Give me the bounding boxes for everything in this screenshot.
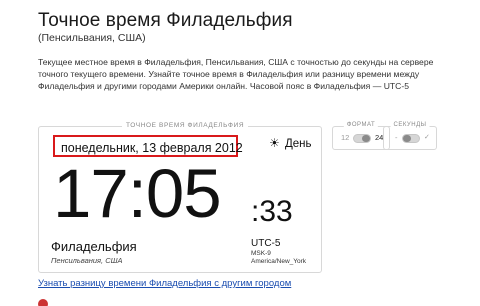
current-date: понедельник, 13 февраля 2012 [61, 141, 243, 155]
clock-panel: ТОЧНОЕ ВРЕМЯ ФИЛАДЕЛЬФИЯ понедельник, 13… [38, 122, 322, 273]
day-indicator: ☀ День [269, 136, 312, 150]
time-hours-minutes: 17:05 [53, 155, 222, 232]
format-toggle-knob [362, 135, 370, 142]
check-icon: ✓ [424, 134, 430, 141]
format-toggle[interactable] [353, 134, 371, 143]
format-label: ФОРМАТ [343, 122, 379, 128]
city-name: Филадельфия [51, 239, 137, 254]
page-description: Текущее местное время в Филадельфия, Пен… [38, 57, 434, 91]
time-difference-link[interactable]: Узнать разницу времени Филадельфия с дру… [38, 278, 291, 289]
seconds-label: СЕКУНДЫ [390, 122, 430, 128]
day-label: День [284, 138, 312, 150]
clock-panel-label: ТОЧНОЕ ВРЕМЯ ФИЛАДЕЛЬФИЯ [122, 122, 249, 129]
city-region: Пенсильвания, США [51, 256, 123, 265]
seconds-toggle[interactable] [402, 134, 420, 143]
sun-icon: ☀ [269, 136, 280, 150]
timezone-name: America/New_York [251, 258, 307, 265]
format-option-12[interactable]: 12 [341, 133, 349, 142]
page-title: Точное время Филадельфия [38, 10, 293, 31]
seconds-toggle-knob [403, 135, 411, 142]
msk-offset: MSK-9 [251, 250, 271, 257]
page-subtitle: (Пенсильвания, США) [38, 32, 146, 44]
utc-offset: UTC-5 [251, 238, 281, 249]
time-seconds: :33 [251, 195, 293, 228]
decorative-dot [38, 299, 48, 306]
seconds-control: СЕКУНДЫ - ✓ [383, 122, 437, 150]
seconds-off-label: - [395, 133, 398, 142]
format-control: ФОРМАТ 12 24 [332, 122, 390, 150]
